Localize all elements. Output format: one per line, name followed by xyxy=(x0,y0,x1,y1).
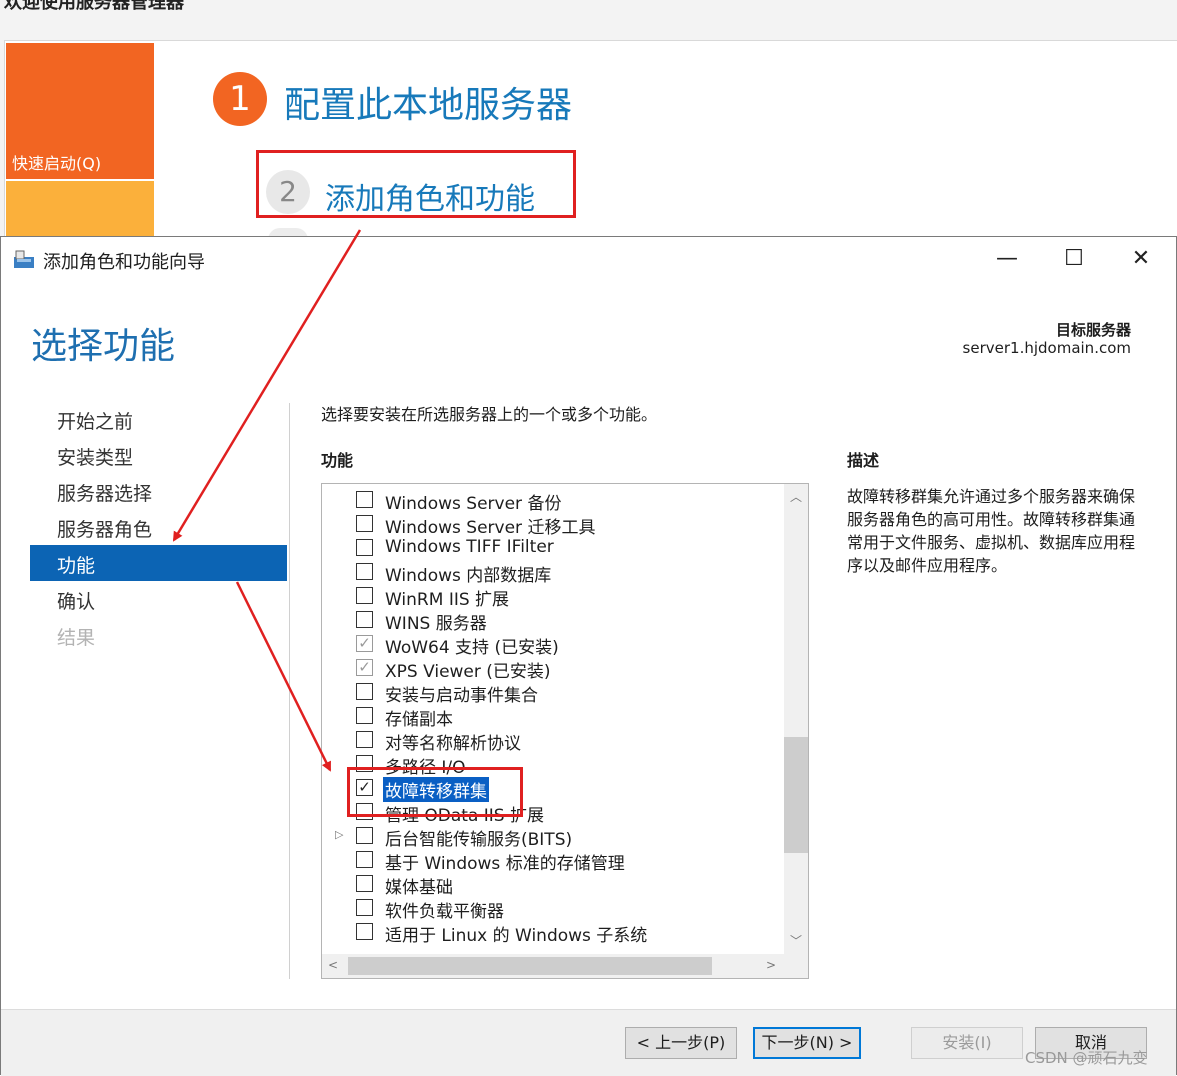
feature-checkbox[interactable] xyxy=(356,611,373,628)
feature-label[interactable]: Windows Server 迁移工具 xyxy=(385,513,595,538)
nav-before-you-begin[interactable]: 开始之前 xyxy=(57,407,133,434)
scroll-corner xyxy=(784,954,808,978)
add-roles-features-wizard: 添加角色和功能向导 — ☐ ✕ 选择功能 目标服务器 server1.hjdom… xyxy=(0,236,1177,1076)
vertical-scroll-thumb[interactable] xyxy=(784,737,808,853)
description-header: 描述 xyxy=(847,451,880,470)
feature-row[interactable]: Windows Server 迁移工具 xyxy=(322,512,784,538)
feature-label[interactable]: WINS 服务器 xyxy=(385,609,487,634)
previous-button[interactable]: < 上一步(P) xyxy=(625,1027,737,1059)
feature-checkbox[interactable] xyxy=(356,875,373,892)
nav-installation-type[interactable]: 安装类型 xyxy=(57,443,133,470)
vertical-scrollbar[interactable] xyxy=(784,484,808,954)
feature-row[interactable]: 存储副本 xyxy=(322,704,784,730)
feature-checkbox: ✓ xyxy=(356,635,373,652)
feature-checkbox[interactable] xyxy=(356,923,373,940)
feature-row[interactable]: 安装与启动事件集合 xyxy=(322,680,784,706)
feature-checkbox[interactable] xyxy=(356,851,373,868)
feature-label[interactable]: 存储副本 xyxy=(385,705,453,730)
next-button[interactable]: 下一步(N) > xyxy=(753,1027,861,1059)
instruction-text: 选择要安装在所选服务器上的一个或多个功能。 xyxy=(321,405,658,424)
nav-features-label[interactable]: 功能 xyxy=(57,551,95,578)
nav-results: 结果 xyxy=(57,627,96,649)
feature-checkbox[interactable] xyxy=(356,731,373,748)
feature-checkbox[interactable] xyxy=(356,827,373,844)
nav-confirmation[interactable]: 确认 xyxy=(57,587,95,614)
nav-server-selection[interactable]: 服务器选择 xyxy=(57,479,152,506)
feature-checkbox[interactable] xyxy=(356,899,373,916)
scroll-left-arrow-icon[interactable]: < xyxy=(328,958,338,972)
feature-checkbox[interactable] xyxy=(356,587,373,604)
feature-label[interactable]: 安装与启动事件集合 xyxy=(385,681,538,706)
feature-checkbox[interactable] xyxy=(356,563,373,580)
feature-label[interactable]: Windows TIFF IFilter xyxy=(385,537,554,557)
feature-row[interactable]: 基于 Windows 标准的存储管理 xyxy=(322,848,784,874)
feature-row[interactable]: WINS 服务器 xyxy=(322,608,784,634)
step1-number: 1 xyxy=(213,72,267,126)
feature-label[interactable]: 适用于 Linux 的 Windows 子系统 xyxy=(385,921,647,946)
feature-checkbox[interactable] xyxy=(356,683,373,700)
highlight-box-failover-clustering xyxy=(347,767,523,817)
step1-link[interactable]: 配置此本地服务器 xyxy=(284,76,572,128)
nav-server-roles[interactable]: 服务器角色 xyxy=(57,515,152,542)
close-button[interactable]: ✕ xyxy=(1111,243,1171,275)
feature-checkbox[interactable] xyxy=(356,707,373,724)
feature-row[interactable]: ▷ 后台智能传输服务(BITS) xyxy=(322,824,784,850)
feature-row[interactable]: Windows 内部数据库 xyxy=(322,560,784,586)
features-list[interactable]: Windows Server 备份 Windows Server 迁移工具 Wind… xyxy=(321,483,809,979)
features-header: 功能 xyxy=(321,451,354,470)
minimize-button[interactable]: — xyxy=(977,243,1037,275)
feature-row[interactable]: WinRM IIS 扩展 xyxy=(322,584,784,610)
feature-label[interactable]: WoW64 支持 (已安装) xyxy=(385,633,559,658)
nav-divider xyxy=(289,403,290,979)
scroll-up-arrow-icon[interactable]: ︿ xyxy=(784,488,808,505)
maximize-button[interactable]: ☐ xyxy=(1044,243,1104,275)
quick-start-label[interactable]: 快速启动(Q) xyxy=(12,150,101,174)
feature-label[interactable]: XPS Viewer (已安装) xyxy=(385,657,551,682)
feature-row[interactable]: 媒体基础 xyxy=(322,872,784,898)
feature-label[interactable]: 后台智能传输服务(BITS) xyxy=(385,825,572,850)
highlight-box-add-roles xyxy=(256,150,576,218)
feature-label[interactable]: 软件负载平衡器 xyxy=(385,897,504,922)
scroll-right-arrow-icon[interactable]: > xyxy=(766,958,776,972)
feature-row[interactable]: Windows Server 备份 xyxy=(322,488,784,514)
feature-row[interactable]: ✓ XPS Viewer (已安装) xyxy=(322,656,784,682)
window-title: 添加角色和功能向导 xyxy=(43,252,205,273)
destination-server-label: 目标服务器 xyxy=(1055,321,1131,339)
feature-checkbox[interactable] xyxy=(356,515,373,532)
feature-label[interactable]: Windows 内部数据库 xyxy=(385,561,551,586)
feature-row[interactable]: 适用于 Linux 的 Windows 子系统 xyxy=(322,920,784,946)
destination-server-name: server1.hjdomain.com xyxy=(962,339,1131,357)
watermark: CSDN @顽石九变 xyxy=(1025,1049,1148,1067)
feature-checkbox: ✓ xyxy=(356,659,373,676)
scroll-down-arrow-icon[interactable]: ﹀ xyxy=(784,932,808,949)
wizard-app-icon xyxy=(14,250,34,268)
expand-arrow-icon[interactable]: ▷ xyxy=(335,828,343,841)
feature-label[interactable]: 基于 Windows 标准的存储管理 xyxy=(385,849,625,874)
feature-label[interactable]: WinRM IIS 扩展 xyxy=(385,585,509,610)
horizontal-scroll-thumb[interactable] xyxy=(348,957,712,975)
server-manager-title: 欢迎使用服务器管理器 xyxy=(4,0,184,13)
feature-row[interactable]: Windows TIFF IFilter xyxy=(322,536,784,560)
title-bar[interactable]: 添加角色和功能向导 — ☐ ✕ xyxy=(1,237,1176,281)
welcome-panel xyxy=(4,40,1177,241)
page-title: 选择功能 xyxy=(31,326,176,367)
feature-row[interactable]: 对等名称解析协议 xyxy=(322,728,784,754)
feature-row[interactable]: ✓ WoW64 支持 (已安装) xyxy=(322,632,784,658)
whats-new-tile[interactable] xyxy=(6,181,154,240)
feature-checkbox[interactable] xyxy=(356,491,373,508)
feature-label[interactable]: 对等名称解析协议 xyxy=(385,729,521,754)
feature-checkbox[interactable] xyxy=(356,539,373,556)
feature-row[interactable]: 软件负载平衡器 xyxy=(322,896,784,922)
install-button: 安装(I) xyxy=(911,1027,1023,1059)
description-text: 故障转移群集允许通过多个服务器来确保服务器角色的高可用性。故障转移群集通常用于文… xyxy=(847,487,1136,575)
feature-label[interactable]: 媒体基础 xyxy=(385,873,453,898)
feature-label[interactable]: Windows Server 备份 xyxy=(385,489,561,514)
